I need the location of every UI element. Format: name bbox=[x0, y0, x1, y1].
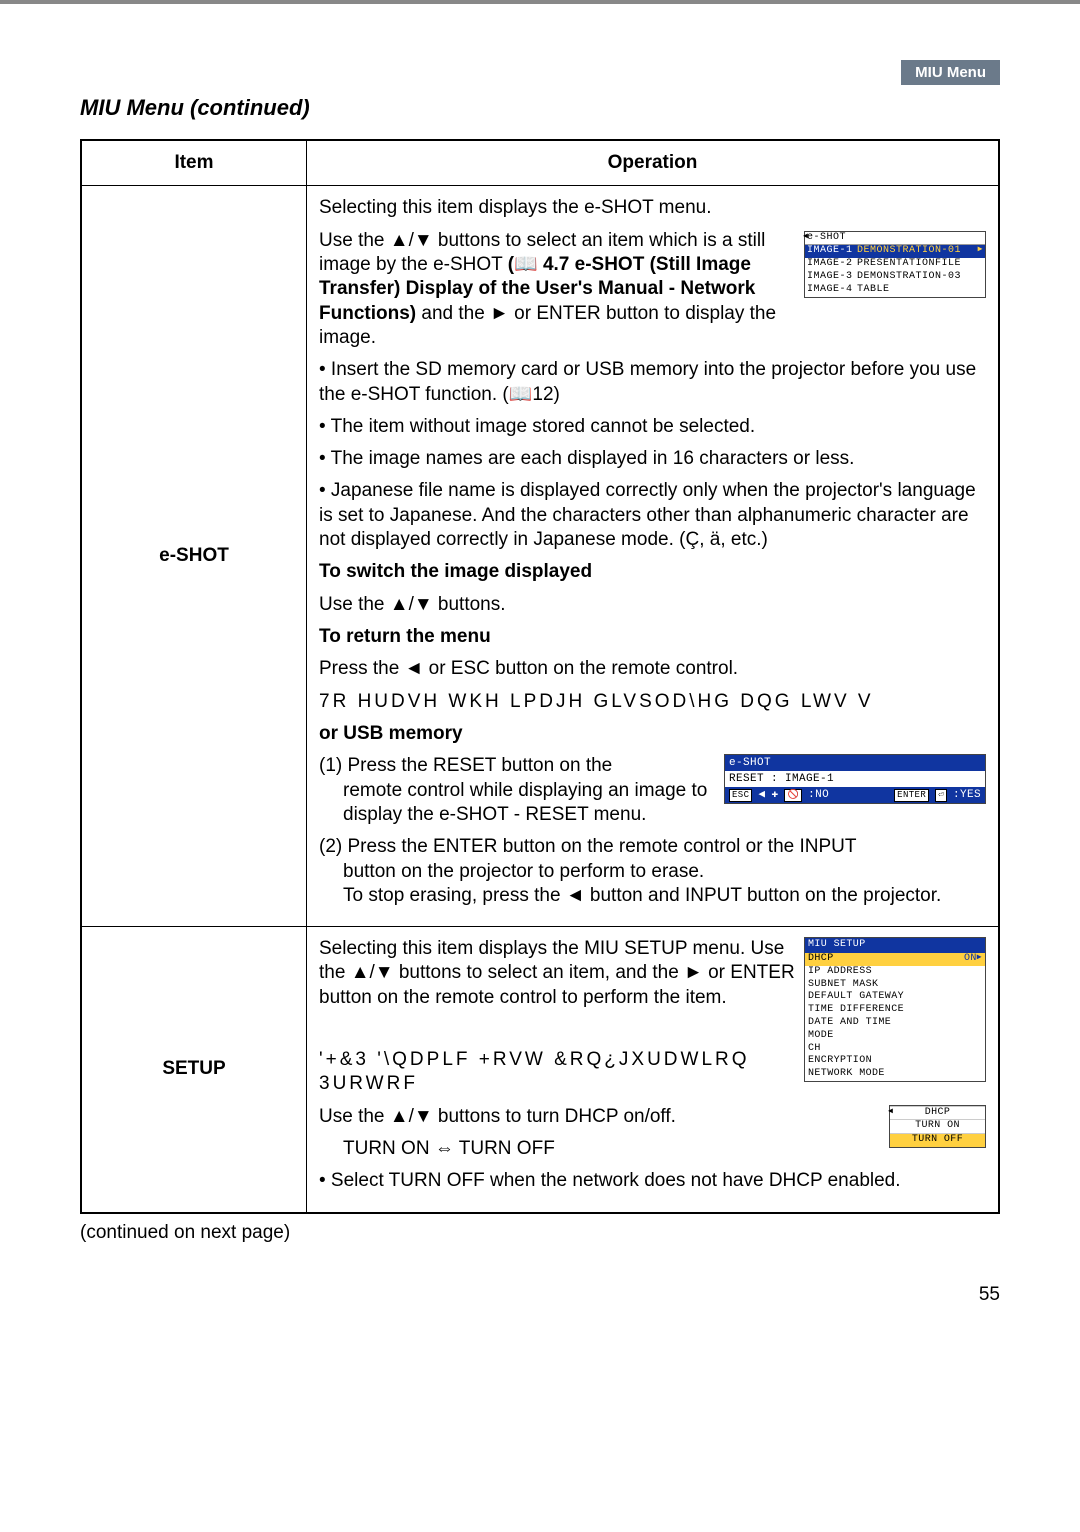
eshot-intro: Selecting this item displays the e-SHOT … bbox=[319, 196, 986, 220]
eshot-return-heading: To return the menu bbox=[319, 625, 986, 649]
miu-item-network-mode: NETWORK MODE bbox=[805, 1068, 985, 1081]
eshot-bullet-3: • The image names are each displayed in … bbox=[319, 447, 986, 471]
continued-note: (continued on next page) bbox=[80, 1222, 1000, 1244]
reset-menu-foot: ESC ◀ ✚ 🚫 :NO ENTER ⏎ :YES bbox=[725, 787, 985, 803]
no-label: :NO bbox=[808, 788, 829, 802]
reset-menu-head: e-SHOT bbox=[725, 755, 985, 771]
eshot-garbled: 7R HUDVH WKH LPDJH GLVSOD\HG DQG LWV V bbox=[319, 690, 986, 714]
eshot-usb-heading: or USB memory bbox=[319, 722, 986, 746]
miu-item-timediff: TIME DIFFERENCE bbox=[805, 1004, 985, 1017]
eshot-bullet-1: • Insert the SD memory card or USB memor… bbox=[319, 358, 986, 407]
reset-menu-body: RESET : IMAGE-1 bbox=[725, 771, 985, 787]
nav-enter-icon: ⏎ bbox=[935, 789, 947, 803]
row-setup-operation: MIU SETUP DHCP ON IP ADDRESS SUBNET MASK… bbox=[307, 927, 1000, 1213]
miu-item-encryption: ENCRYPTION bbox=[805, 1055, 985, 1068]
miu-menu-table: Item Operation e-SHOT Selecting this ite… bbox=[80, 139, 1000, 1214]
miu-item-mode: MODE bbox=[805, 1030, 985, 1043]
miu-item-ip: IP ADDRESS bbox=[805, 966, 985, 979]
esc-key: ESC bbox=[729, 789, 752, 803]
eshot-bullet-4: • Japanese file name is displayed correc… bbox=[319, 479, 986, 552]
setup-dhcp-text: Use the ▲/▼ buttons to turn DHCP on/off. bbox=[319, 1105, 986, 1129]
miu-item-dhcp: DHCP ON bbox=[805, 953, 985, 966]
eshot-menu-item-3: IMAGE-3 DEMONSTRATION-03 bbox=[805, 271, 985, 284]
miu-item-gateway: DEFAULT GATEWAY bbox=[805, 991, 985, 1004]
miu-item-datetime: DATE AND TIME bbox=[805, 1017, 985, 1030]
nav-left-icon: ◀ bbox=[758, 788, 765, 802]
row-eshot-item: e-SHOT bbox=[81, 186, 307, 927]
eshot-switch-heading: To switch the image displayed bbox=[319, 560, 986, 584]
miu-item-subnet: SUBNET MASK bbox=[805, 979, 985, 992]
eshot-return-text: Press the ◄ or ESC button on the remote … bbox=[319, 657, 986, 681]
eshot-menu-item-2: IMAGE-2 PRESENTATIONFILE bbox=[805, 258, 985, 271]
page-number: 55 bbox=[80, 1284, 1000, 1306]
dhcp-menu-title: DHCP bbox=[890, 1106, 985, 1120]
miu-item-ch: CH bbox=[805, 1043, 985, 1056]
row-setup-item: SETUP bbox=[81, 927, 307, 1213]
eshot-menu-item-1: IMAGE-1 DEMONSTRATION-01 bbox=[805, 245, 985, 258]
eshot-menu-title: e-SHOT bbox=[805, 232, 985, 246]
setup-note: • Select TURN OFF when the network does … bbox=[319, 1169, 986, 1193]
nav-stop-icon: 🚫 bbox=[784, 789, 802, 803]
yes-label: :YES bbox=[953, 788, 981, 802]
col-item: Item bbox=[81, 140, 307, 186]
eshot-step2: (2) Press the ENTER button on the remote… bbox=[319, 835, 986, 908]
row-eshot-operation: Selecting this item displays the e-SHOT … bbox=[307, 186, 1000, 927]
dhcp-menu: DHCP TURN ON TURN OFF bbox=[889, 1105, 986, 1148]
enter-key: ENTER bbox=[894, 789, 929, 803]
dhcp-turn-off: TURN OFF bbox=[890, 1133, 985, 1147]
miu-setup-menu: MIU SETUP DHCP ON IP ADDRESS SUBNET MASK… bbox=[804, 937, 986, 1082]
eshot-bullet-2: • The item without image stored cannot b… bbox=[319, 415, 986, 439]
col-operation: Operation bbox=[307, 140, 1000, 186]
header-tab: MIU Menu bbox=[901, 60, 1000, 85]
eshot-mini-menu: e-SHOT IMAGE-1 DEMONSTRATION-01 IMAGE-2 … bbox=[804, 231, 986, 298]
dhcp-turn-on: TURN ON bbox=[890, 1119, 985, 1133]
eshot-reset-menu: e-SHOT RESET : IMAGE-1 ESC ◀ ✚ 🚫 :NO ENT… bbox=[724, 754, 986, 804]
eshot-switch-text: Use the ▲/▼ buttons. bbox=[319, 593, 986, 617]
miu-setup-title: MIU SETUP bbox=[805, 938, 985, 953]
eshot-menu-item-4: IMAGE-4 TABLE bbox=[805, 284, 985, 297]
section-title: MIU Menu (continued) bbox=[80, 95, 1000, 121]
nav-add-icon: ✚ bbox=[771, 788, 778, 802]
